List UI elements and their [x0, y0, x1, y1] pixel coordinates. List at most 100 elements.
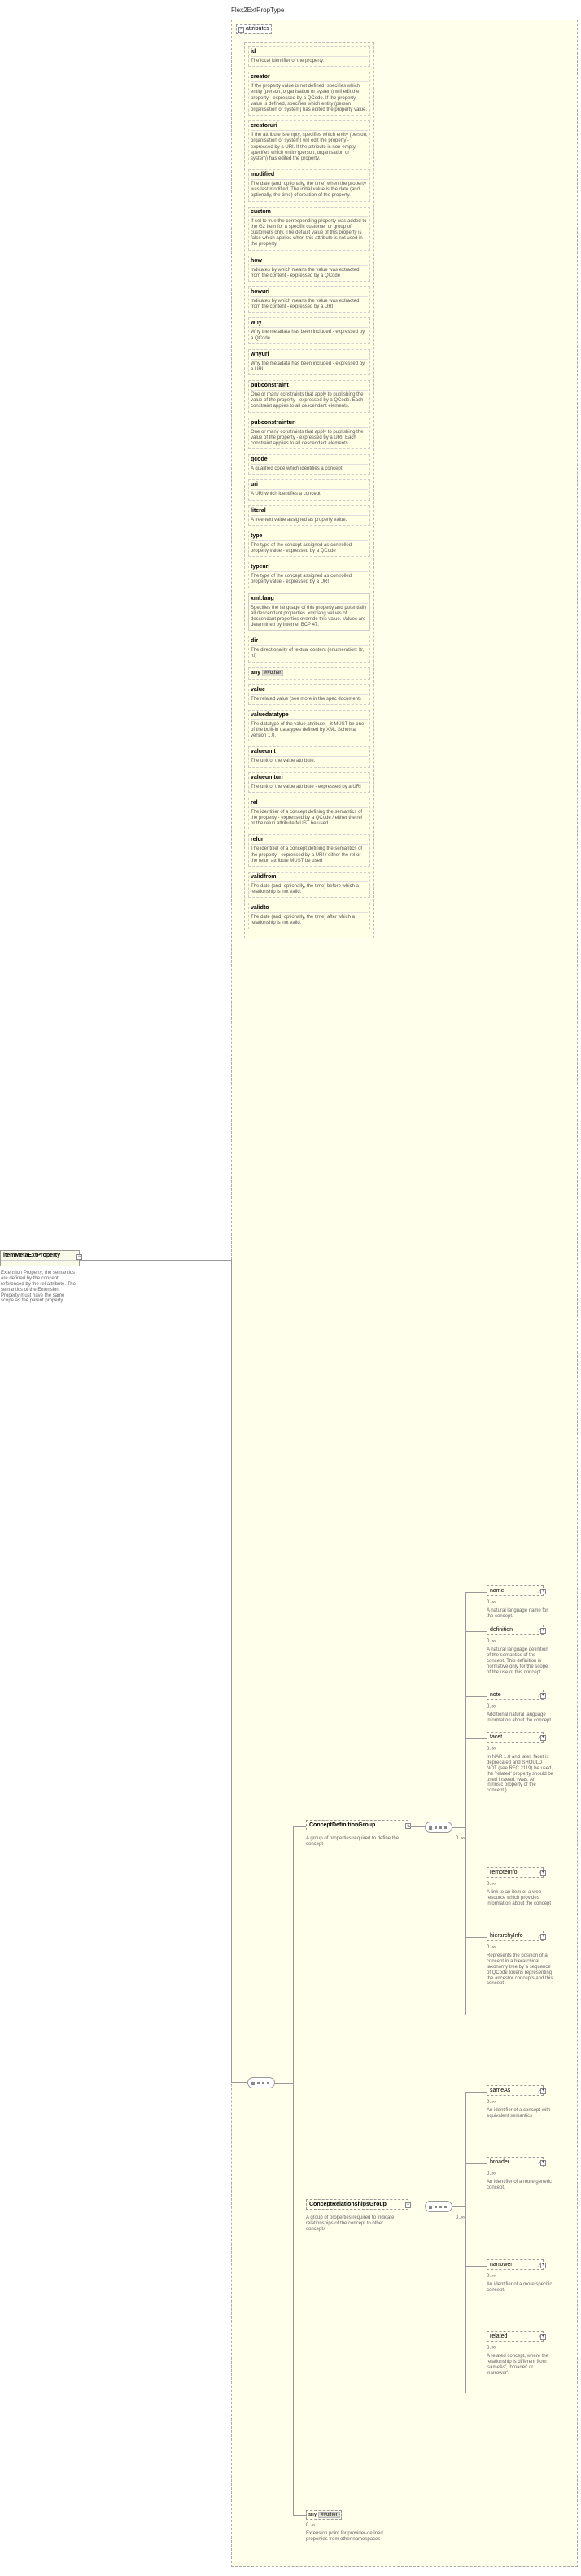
namespace-tab: ##other: [318, 2512, 339, 2518]
attr-name: id: [251, 49, 368, 55]
element-name[interactable]: name+↗: [487, 1585, 544, 1596]
sequence-compositor: [425, 1822, 452, 1833]
nav-icon: ↗: [537, 2263, 541, 2268]
element-broader[interactable]: broader+↗: [487, 2157, 544, 2167]
sequence-compositor: [247, 2077, 275, 2088]
element-narrower[interactable]: narrower+↗: [487, 2259, 544, 2270]
any-element[interactable]: any##other: [306, 2510, 342, 2520]
cardinality-label: 0..∞: [456, 2215, 465, 2220]
attr-desc: Specifies the language of this property …: [251, 606, 368, 629]
connector: [465, 1738, 487, 1739]
group-desc: A group of properties required to define…: [306, 1836, 404, 1848]
attr-pubconstrainturi: pubconstrainturiOne or many constraints …: [248, 418, 370, 450]
attr-name: xml:lang: [251, 596, 368, 601]
connector: [465, 1592, 466, 2015]
element-note[interactable]: note+↗: [487, 1690, 544, 1700]
attr-name: valuedatatype: [251, 712, 368, 718]
attr-id: idThe local identifier of the property.: [248, 46, 370, 67]
root-element[interactable]: itemMetaExtProperty −: [0, 1250, 80, 1266]
element-hierarchyInfo[interactable]: hierarchyInfo+↗: [487, 1931, 544, 1941]
expand-icon[interactable]: +: [540, 1628, 546, 1634]
attr-literal: literal A free-text value assigned as pro…: [248, 505, 370, 526]
attributes-header[interactable]: −attributes: [236, 24, 272, 34]
attr-creatoruri: creatoruriIf the attribute is empty, spe…: [248, 120, 370, 164]
attr-name: validfrom: [251, 874, 368, 880]
attr-name: literal: [251, 508, 368, 514]
attr-valueunit: valueunitThe unit of the value attribute…: [248, 746, 370, 767]
element-facet[interactable]: facet+↗: [487, 1732, 544, 1743]
connector: [465, 1592, 487, 1593]
attr-desc: If the attribute is empty, specifies whi…: [251, 133, 368, 162]
expand-icon[interactable]: +: [540, 1934, 546, 1940]
element-desc: In NAR 1.8 and later, facet is deprecate…: [487, 1755, 553, 1794]
attr-name: typeuri: [251, 564, 368, 570]
connector: [465, 1937, 487, 1938]
attr-desc: The type of the concept assigned as cont…: [251, 543, 368, 554]
connector: [293, 2515, 306, 2516]
cardinality-label: 0..∞: [487, 1945, 496, 1950]
attr-desc: The related value (see more in the spec …: [251, 697, 368, 702]
attr-desc: Why the metadata has been included - exp…: [251, 361, 368, 373]
expand-icon[interactable]: +: [540, 2334, 546, 2340]
element-desc: An identifier of a more generic concept.: [487, 2180, 553, 2191]
expand-icon[interactable]: +: [540, 2263, 546, 2268]
group-concept-relationships[interactable]: ConceptRelationshipsGroup −: [306, 2199, 408, 2210]
attr-desc: The date (and, optionally, the time) aft…: [251, 915, 368, 926]
connector: [231, 2082, 247, 2083]
attr-howuri: howuriIndicates by which means the value…: [248, 286, 370, 313]
nav-icon: ↗: [537, 1693, 541, 1699]
element-name: related: [487, 2332, 543, 2341]
element-definition[interactable]: definition+↗: [487, 1625, 544, 1635]
attr-name: reluri: [251, 837, 368, 842]
expand-icon[interactable]: +: [540, 1870, 546, 1876]
nav-icon: ↗: [537, 1628, 541, 1634]
expand-icon[interactable]: +: [540, 2088, 546, 2094]
sequence-compositor: [425, 2201, 452, 2212]
cardinality-label: 0..∞: [487, 2346, 496, 2351]
nav-icon: ↗: [537, 1589, 541, 1594]
expand-icon[interactable]: +: [540, 1693, 546, 1699]
attr-type: typeThe type of the concept assigned as …: [248, 531, 370, 557]
attr-desc: If the property value is not defined, sp…: [251, 84, 368, 113]
attr-name: qcode: [251, 457, 368, 462]
cardinality-label: 0..∞: [487, 2171, 496, 2176]
element-name: definition: [487, 1625, 543, 1634]
cardinality-label: 0..∞: [487, 1639, 496, 1644]
group-concept-definition[interactable]: ConceptDefinitionGroup −: [306, 1820, 408, 1830]
attr-reluri: reluri The identifier of a concept defini…: [248, 834, 370, 867]
element-related[interactable]: related+↗: [487, 2331, 544, 2342]
expand-icon[interactable]: +: [540, 2160, 546, 2166]
attr-typeuri: typeuriThe type of the concept assigned …: [248, 562, 370, 588]
element-sameAs[interactable]: sameAs+↗: [487, 2085, 544, 2096]
attr-desc: One or many constraints that apply to pu…: [251, 430, 368, 448]
attr-desc: The datatype of the value attribute – it…: [251, 722, 368, 740]
cardinality-label: 0..∞: [487, 1704, 496, 1709]
connector: [275, 2083, 293, 2084]
element-name: hierarchyInfo: [487, 1931, 543, 1940]
attr-desc: A free-text value assigned as property v…: [251, 518, 368, 523]
cardinality-label: 0..∞: [487, 1747, 496, 1752]
attr-dir: dirThe directionality of textual content…: [248, 636, 370, 662]
attr-validfrom: validfromThe date (and, optionally, the …: [248, 872, 370, 898]
connector: [465, 2092, 487, 2093]
attr-rel: relThe identifier of a concept defining …: [248, 798, 370, 830]
attr-desc: The identifier of a concept defining the…: [251, 846, 368, 864]
cardinality-label: 0..∞: [487, 2100, 496, 2105]
attr-why: whyWhy the metadata has been included - …: [248, 317, 370, 343]
element-desc: A related concept, where the relationshi…: [487, 2354, 553, 2377]
attr-name: creator: [251, 74, 368, 80]
element-name: name: [487, 1586, 543, 1595]
any-desc: Extension point for provider-defined pro…: [306, 2531, 395, 2543]
attr-uri: uriA URI which identifies a concept.: [248, 479, 370, 500]
attr-desc: A qualified code which identifies a conc…: [251, 466, 368, 472]
expand-icon[interactable]: −: [76, 1254, 82, 1260]
nav-icon: ↗: [537, 1934, 541, 1940]
attr-name: why: [251, 320, 368, 326]
attr-modified: modifiedThe date (and, optionally, the t…: [248, 169, 370, 202]
collapse-icon[interactable]: −: [238, 27, 244, 33]
element-remoteInfo[interactable]: remoteInfo+↗: [487, 1867, 544, 1878]
element-desc: A natural language definition of the sem…: [487, 1647, 553, 1675]
expand-icon[interactable]: +: [540, 1589, 546, 1594]
expand-icon[interactable]: +: [540, 1735, 546, 1741]
cardinality-label: 0..∞: [487, 1882, 496, 1887]
